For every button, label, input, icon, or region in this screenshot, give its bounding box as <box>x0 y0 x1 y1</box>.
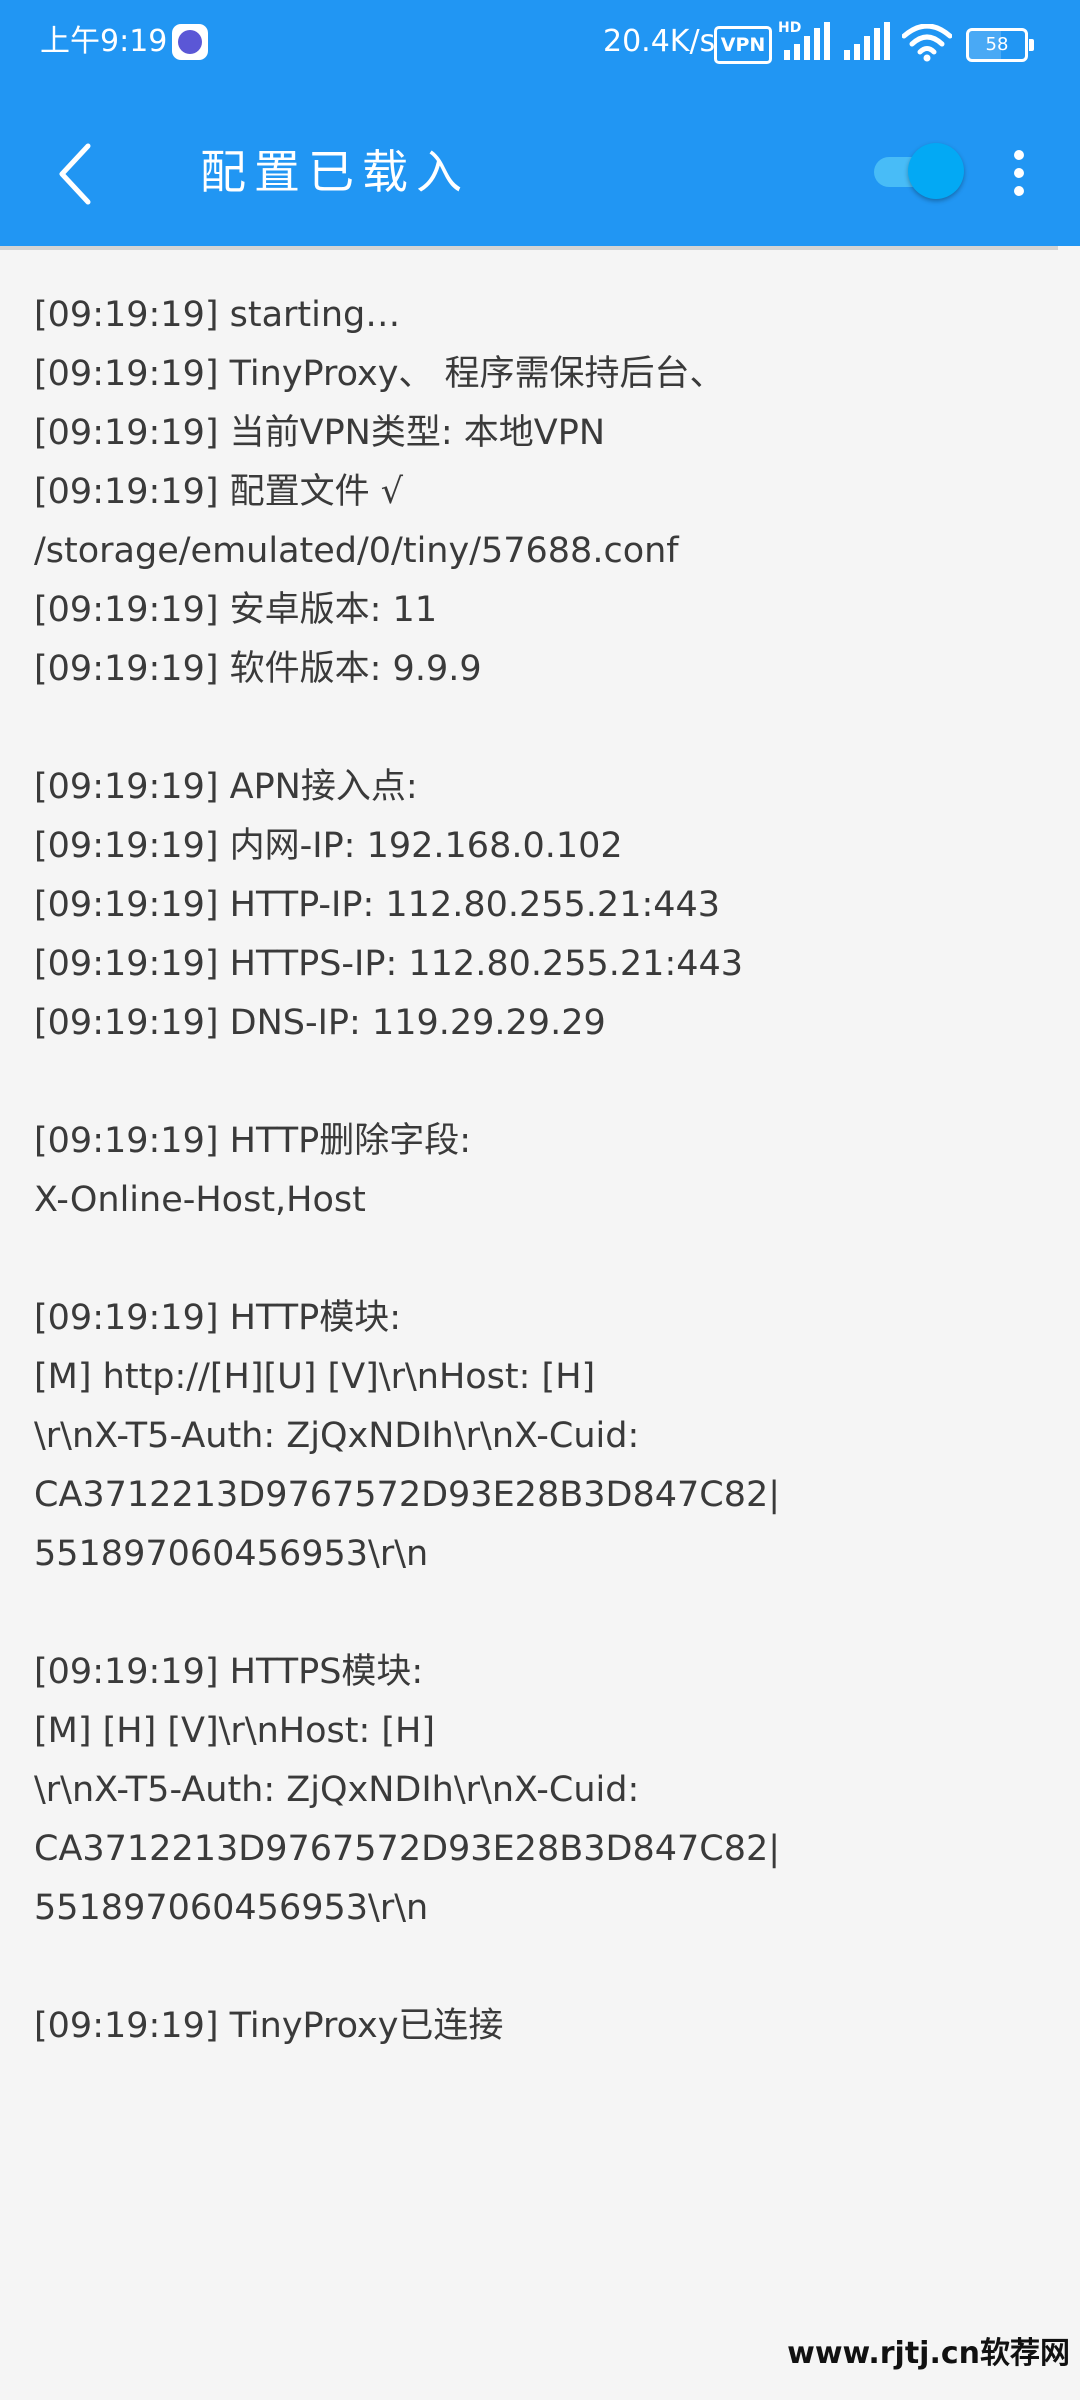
log-blank-line <box>34 1938 1054 1997</box>
battery-icon: 58 <box>966 28 1034 62</box>
log-line: [M] [H] [V]\r\nHost: [H] <box>34 1711 436 1751</box>
log-line: [09:19:19] HTTP模块: <box>34 1298 401 1338</box>
log-line: [09:19:19] TinyProxy、 程序需保持后台、 <box>34 354 725 394</box>
log-line: [09:19:19] 当前VPN类型: 本地VPN <box>34 413 606 453</box>
appbar-divider <box>0 246 1058 250</box>
log-blank-line <box>34 1584 1054 1643</box>
log-line: [09:19:19] starting… <box>34 295 401 335</box>
log-line: [09:19:19] 配置文件 √ <box>34 472 404 512</box>
signal-icon <box>844 22 890 60</box>
log-line: [09:19:19] HTTPS模块: <box>34 1652 424 1692</box>
log-line: [09:19:19] HTTPS-IP: 112.80.255.21:443 <box>34 944 744 984</box>
wifi-icon <box>902 24 952 62</box>
app-notification-icon <box>172 24 208 60</box>
network-speed: 20.4K/s <box>603 24 716 59</box>
back-button[interactable] <box>40 128 112 220</box>
chevron-left-icon <box>59 143 91 205</box>
log-line: [09:19:19] HTTP-IP: 112.80.255.21:443 <box>34 885 721 925</box>
log-blank-line <box>34 699 1054 758</box>
status-time: 上午9:19 <box>40 24 168 59</box>
log-line: [09:19:19] HTTP删除字段: <box>34 1121 471 1161</box>
log-line: [09:19:19] APN接入点: <box>34 767 418 807</box>
log-line: /storage/emulated/0/tiny/57688.conf <box>34 531 679 571</box>
log-line: CA3712213D9767572D93E28B3D847C82| <box>34 1829 781 1869</box>
vpn-icon: VPN <box>714 26 772 64</box>
log-line: [09:19:19] 软件版本: 9.9.9 <box>34 649 482 689</box>
log-line: [09:19:19] TinyProxy已连接 <box>34 2006 504 2046</box>
log-output: [09:19:19] starting… [09:19:19] TinyProxy… <box>34 286 1054 2056</box>
log-line: X-Online-Host,Host <box>34 1180 366 1220</box>
log-line: [M] http://[H][U] [V]\r\nHost: [H] <box>34 1357 596 1397</box>
status-bar: 上午9:19 20.4K/s VPN HD 58 <box>0 0 1080 86</box>
signal-icon <box>784 22 830 60</box>
log-blank-line <box>34 1230 1054 1289</box>
log-line: \r\nX-T5-Auth: ZjQxNDIh\r\nX-Cuid: <box>34 1770 640 1810</box>
log-line: \r\nX-T5-Auth: ZjQxNDIh\r\nX-Cuid: <box>34 1416 640 1456</box>
battery-level: 58 <box>985 34 1009 55</box>
watermark: www.rjtj.cn软荐网 <box>787 2336 1070 2371</box>
proxy-toggle-switch[interactable] <box>870 143 966 201</box>
log-line: 551897060456953\r\n <box>34 1888 429 1928</box>
log-line: [09:19:19] DNS-IP: 119.29.29.29 <box>34 1003 606 1043</box>
more-vert-icon[interactable] <box>1004 140 1034 204</box>
log-blank-line <box>34 1053 1054 1112</box>
log-line: [09:19:19] 内网-IP: 192.168.0.102 <box>34 826 623 866</box>
log-line: 551897060456953\r\n <box>34 1534 429 1574</box>
page-title: 配置已载入 <box>200 145 470 199</box>
app-bar: 上午9:19 20.4K/s VPN HD 58 配置已载入 <box>0 0 1080 246</box>
log-line: CA3712213D9767572D93E28B3D847C82| <box>34 1475 781 1515</box>
log-line: [09:19:19] 安卓版本: 11 <box>34 590 438 630</box>
